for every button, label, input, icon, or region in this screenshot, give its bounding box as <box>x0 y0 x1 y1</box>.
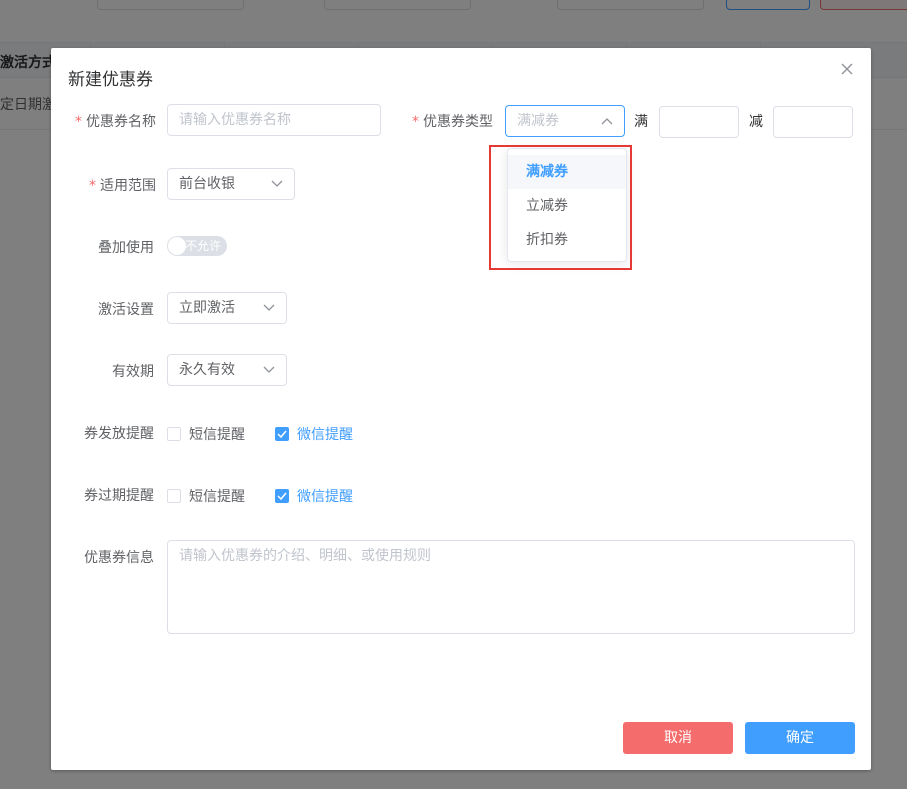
coupon-name-label: * 优惠券名称 <box>75 114 156 130</box>
coupon-type-select[interactable]: 满减券 <box>505 105 625 137</box>
close-icon[interactable] <box>838 61 856 79</box>
expire-sms-checkbox[interactable]: 短信提醒 <box>167 486 245 506</box>
activation-label: 激活设置 <box>98 302 154 318</box>
minus-amount-input[interactable] <box>773 106 853 138</box>
checkbox-box <box>167 427 181 441</box>
expire-reminder-label: 券过期提醒 <box>84 488 154 504</box>
validity-value: 永久有效 <box>179 362 235 378</box>
coupon-info-label: 优惠券信息 <box>84 550 154 566</box>
validity-select[interactable]: 永久有效 <box>167 354 287 386</box>
scope-select[interactable]: 前台收银 <box>167 168 295 200</box>
highlight-annotation-box <box>489 145 632 270</box>
checkbox-label: 短信提醒 <box>189 427 245 443</box>
issue-wechat-checkbox[interactable]: 微信提醒 <box>275 424 353 444</box>
switch-text: 不允许 <box>185 239 222 253</box>
chevron-down-icon <box>262 355 276 385</box>
full-amount-label: 满 <box>634 114 648 130</box>
checkbox-label: 微信提醒 <box>297 427 353 443</box>
chevron-down-icon <box>270 169 284 199</box>
coupon-type-label: * 优惠券类型 <box>412 114 493 130</box>
chevron-up-icon <box>600 106 614 136</box>
coupon-name-input[interactable]: 请输入优惠券名称 <box>167 104 381 136</box>
issue-sms-checkbox[interactable]: 短信提醒 <box>167 424 245 444</box>
create-coupon-dialog: 新建优惠券 <box>51 48 871 770</box>
cancel-button[interactable]: 取消 <box>623 722 733 754</box>
minus-amount-label: 减 <box>749 114 763 130</box>
scope-value: 前台收银 <box>179 176 235 192</box>
scope-label: * 适用范围 <box>89 178 156 194</box>
confirm-button[interactable]: 确定 <box>745 722 855 754</box>
coupon-info-textarea[interactable]: 请输入优惠券的介绍、明细、或使用规则 <box>167 540 855 634</box>
checkbox-label: 短信提醒 <box>189 489 245 505</box>
stack-switch[interactable]: 不允许 <box>167 236 227 256</box>
issue-reminder-label: 券发放提醒 <box>84 426 154 442</box>
checkbox-label: 微信提醒 <box>297 489 353 505</box>
full-amount-input[interactable] <box>659 106 739 138</box>
coupon-type-value: 满减券 <box>517 113 559 129</box>
dialog-title: 新建优惠券 <box>68 70 153 90</box>
switch-knob <box>168 237 186 255</box>
stack-label: 叠加使用 <box>98 240 154 256</box>
activation-value: 立即激活 <box>179 300 235 316</box>
check-icon <box>275 427 289 441</box>
check-icon <box>275 489 289 503</box>
validity-label: 有效期 <box>112 364 154 380</box>
checkbox-box <box>167 489 181 503</box>
chevron-down-icon <box>262 293 276 323</box>
expire-wechat-checkbox[interactable]: 微信提醒 <box>275 486 353 506</box>
activation-select[interactable]: 立即激活 <box>167 292 287 324</box>
